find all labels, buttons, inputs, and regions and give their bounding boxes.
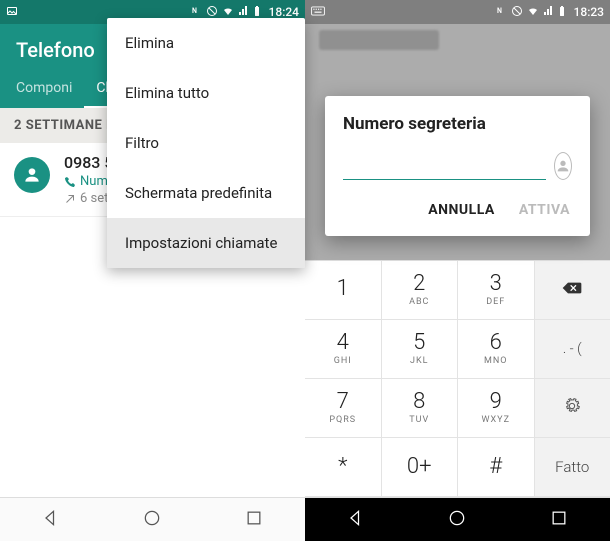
screen-phone-app: N 18:24 Telefono Componi Ch 2 SETTIMANE … — [0, 0, 305, 541]
svg-text:N: N — [497, 7, 502, 15]
key-hash[interactable]: # — [458, 438, 535, 496]
dialog-title: Numero segreteria — [343, 114, 572, 134]
key-9[interactable]: 9WXYZ — [458, 379, 535, 437]
screen-voicemail-dialog: N 18:23 Numero segreteria ANNULLA ATTIVA — [305, 0, 610, 541]
key-settings[interactable] — [535, 379, 610, 437]
key-6[interactable]: 6MNO — [458, 320, 535, 378]
outgoing-icon — [64, 193, 76, 205]
key-4[interactable]: 4GHI — [305, 320, 382, 378]
battery-icon — [558, 5, 566, 20]
menu-item-delete-all[interactable]: Elimina tutto — [107, 68, 305, 118]
gear-icon — [561, 398, 583, 418]
image-icon — [6, 5, 18, 20]
tab-compose[interactable]: Componi — [4, 70, 84, 108]
home-button[interactable] — [142, 508, 162, 532]
recents-button[interactable] — [244, 508, 264, 532]
dialog-backdrop: Numero segreteria ANNULLA ATTIVA — [305, 24, 610, 260]
wifi-icon — [526, 5, 540, 20]
key-2[interactable]: 2ABC — [382, 261, 459, 319]
keyboard-indicator-icon — [311, 5, 325, 19]
overflow-menu: Elimina Elimina tutto Filtro Schermata p… — [107, 18, 305, 268]
home-button[interactable] — [447, 508, 467, 532]
menu-item-call-settings[interactable]: Impostazioni chiamate — [107, 218, 305, 268]
backspace-icon — [561, 280, 583, 300]
phone-icon — [64, 176, 76, 188]
back-button[interactable] — [41, 508, 61, 532]
key-3[interactable]: 3DEF — [458, 261, 535, 319]
pick-contact-button[interactable] — [554, 152, 572, 180]
key-5[interactable]: 5JKL — [382, 320, 459, 378]
cancel-button[interactable]: ANNULLA — [426, 194, 497, 226]
key-symbols[interactable]: . - ( — [535, 320, 610, 378]
key-star[interactable]: * — [305, 438, 382, 496]
menu-item-delete[interactable]: Elimina — [107, 18, 305, 68]
key-backspace[interactable] — [535, 261, 610, 319]
key-0[interactable]: 0+ — [382, 438, 459, 496]
key-1[interactable]: 1 — [305, 261, 382, 319]
voicemail-dialog: Numero segreteria ANNULLA ATTIVA — [325, 96, 590, 236]
voicemail-number-input[interactable] — [343, 153, 546, 180]
svg-text:N: N — [192, 7, 197, 15]
signal-icon — [543, 5, 555, 20]
nav-bar — [0, 497, 305, 541]
confirm-button[interactable]: ATTIVA — [517, 194, 572, 226]
clock: 18:23 — [574, 5, 604, 19]
nav-bar — [305, 497, 610, 541]
key-7[interactable]: 7PQRS — [305, 379, 382, 437]
menu-item-default-screen[interactable]: Schermata predefinita — [107, 168, 305, 218]
status-bar: N 18:23 — [305, 0, 610, 24]
back-button[interactable] — [346, 508, 366, 532]
recents-button[interactable] — [549, 508, 569, 532]
dnd-icon — [511, 5, 523, 20]
key-8[interactable]: 8TUV — [382, 379, 459, 437]
dial-keypad: 1 2ABC 3DEF 4GHI 5JKL 6MNO . - ( 7PQRS 8… — [305, 260, 610, 497]
clock: 18:24 — [269, 5, 299, 19]
key-done[interactable]: Fatto — [535, 438, 610, 496]
nfc-icon: N — [496, 5, 508, 20]
avatar-icon — [14, 157, 50, 193]
menu-item-filter[interactable]: Filtro — [107, 118, 305, 168]
